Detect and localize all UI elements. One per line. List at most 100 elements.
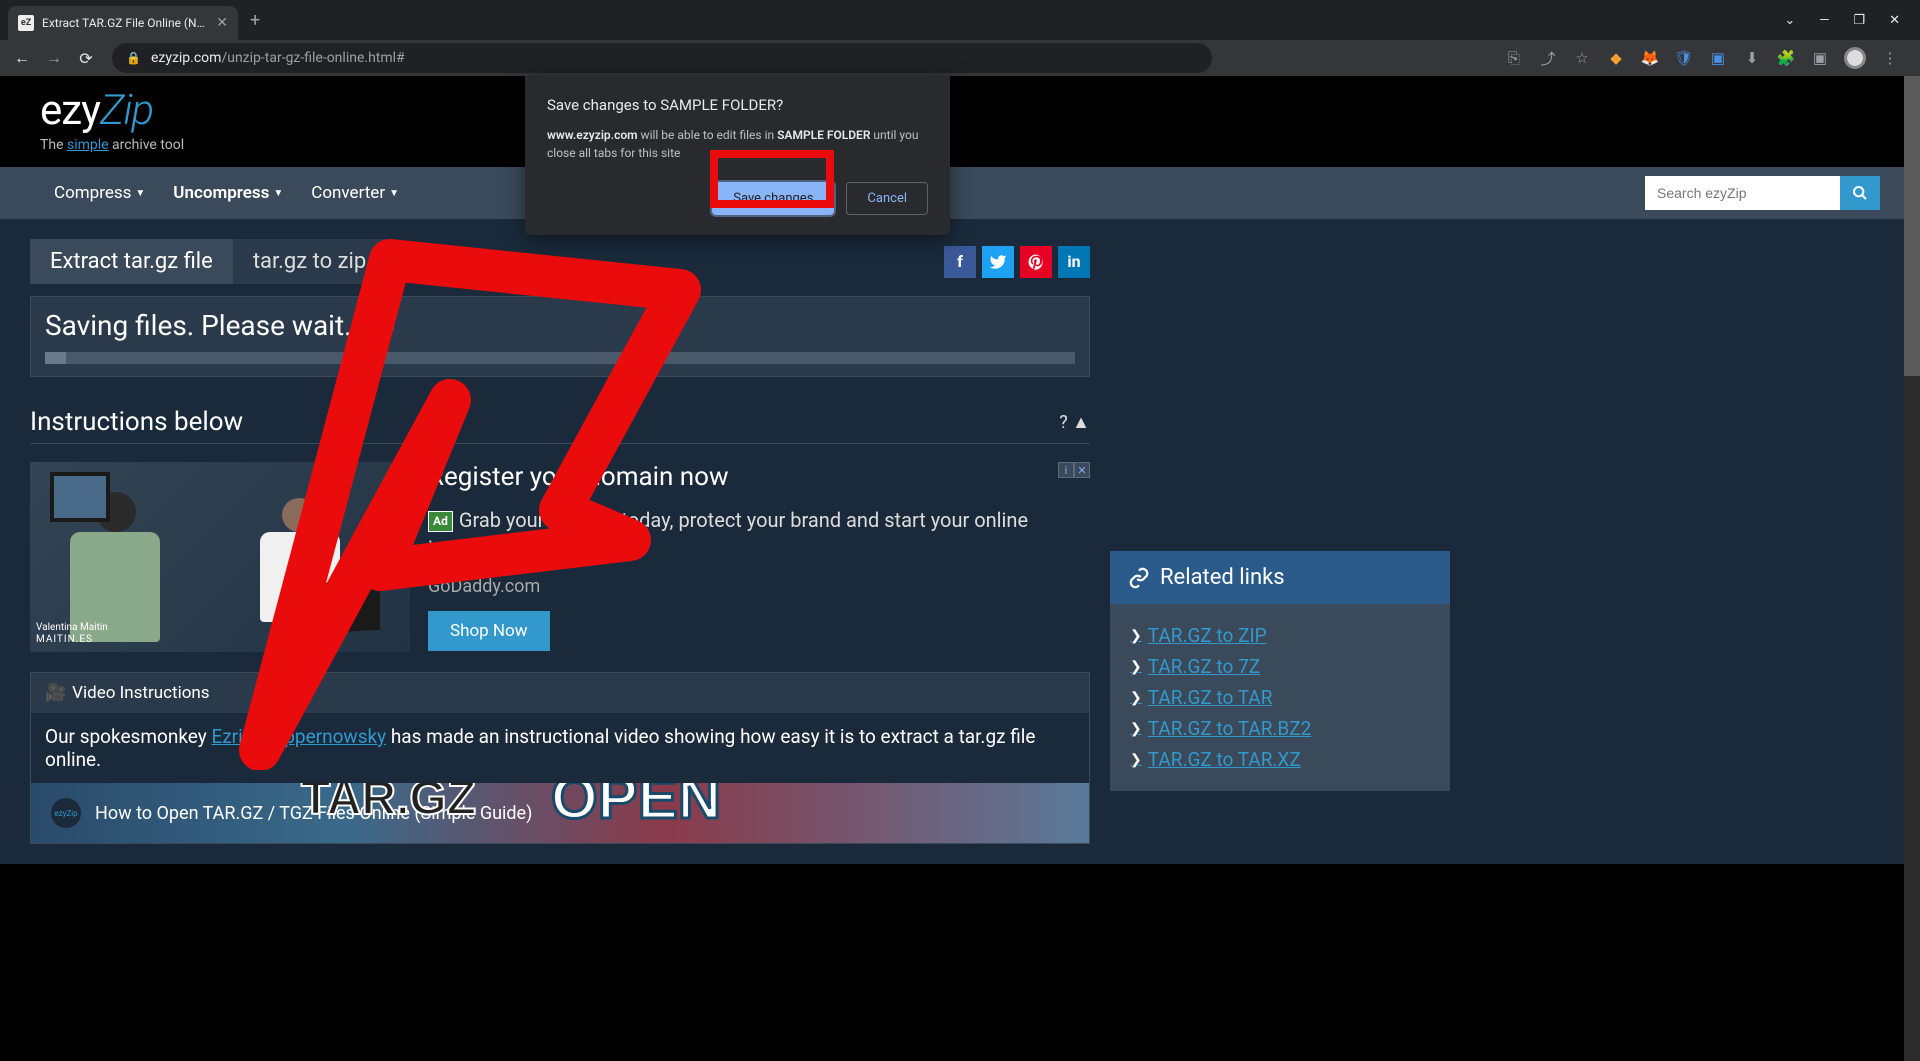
lock-icon: 🔒 [126, 51, 141, 65]
extension-1-icon[interactable]: ◆ [1606, 48, 1626, 68]
url-input[interactable]: 🔒 ezyzip.com/unzip-tar-gz-file-online.ht… [112, 43, 1212, 73]
caret-icon: ▼ [273, 188, 283, 199]
back-button[interactable]: ← [8, 44, 36, 72]
side-panel-icon[interactable]: ▣ [1810, 48, 1830, 68]
menu-icon[interactable]: ⋮ [1880, 48, 1900, 68]
related-links-box: Related links ❯TAR.GZ to ZIP ❯TAR.GZ to … [1110, 551, 1450, 791]
tab-title: Extract TAR.GZ File Online (No lim [42, 16, 208, 30]
sidebar-column: Related links ❯TAR.GZ to ZIP ❯TAR.GZ to … [1110, 239, 1450, 844]
nav-uncompress[interactable]: Uncompress▼ [159, 183, 297, 203]
ad-description: AdGrab your domain today, protect your b… [428, 506, 1090, 562]
dialog-body: www.ezyzip.com will be able to edit file… [547, 126, 928, 162]
ad-source: GoDaddy.com [428, 576, 1090, 597]
main-nav: Compress▼ Uncompress▼ Converter▼ [0, 167, 1920, 219]
ad-close-icon[interactable]: ✕ [1074, 462, 1090, 478]
nav-search [1645, 176, 1880, 210]
metamask-icon[interactable]: 🦊 [1640, 48, 1660, 68]
shop-now-button[interactable]: Shop Now [428, 611, 550, 651]
link-icon [1128, 567, 1150, 589]
search-input[interactable] [1645, 176, 1840, 210]
facebook-icon[interactable]: f [944, 246, 976, 278]
url-bar: ← → ⟳ 🔒 ezyzip.com/unzip-tar-gz-file-onl… [0, 40, 1920, 76]
install-icon[interactable]: ⎘ [1504, 48, 1524, 68]
pinterest-icon[interactable] [1020, 246, 1052, 278]
ad-title[interactable]: Register your domain now [428, 462, 1090, 492]
close-window-icon[interactable]: ✕ [1889, 13, 1900, 28]
tab-extract[interactable]: Extract tar.gz file [30, 239, 233, 284]
tab-to-zip[interactable]: tar.gz to zip [233, 239, 386, 284]
tab-bar: eZ Extract TAR.GZ File Online (No lim ✕ … [0, 0, 1920, 40]
scrollbar[interactable] [1904, 76, 1920, 1061]
related-link[interactable]: ❯TAR.GZ to TAR.BZ2 [1130, 713, 1430, 744]
linkedin-icon[interactable]: in [1058, 246, 1090, 278]
page-tabs: Extract tar.gz file tar.gz to zip f in [30, 239, 1090, 284]
related-link[interactable]: ❯TAR.GZ to TAR [1130, 682, 1430, 713]
download-icon[interactable]: ⬇ [1742, 48, 1762, 68]
progress-fill [45, 352, 66, 364]
share-icon[interactable]: ⤴ [1538, 48, 1558, 68]
search-button[interactable] [1840, 176, 1880, 210]
chevron-right-icon: ❯ [1130, 628, 1142, 644]
spinner-icon [374, 316, 394, 336]
content-area: Extract tar.gz file tar.gz to zip f in [0, 219, 1920, 864]
extensions-icon[interactable]: 🧩 [1776, 48, 1796, 68]
cancel-button[interactable]: Cancel [846, 182, 928, 215]
related-links-title: Related links [1160, 565, 1285, 590]
browser-chrome: eZ Extract TAR.GZ File Online (No lim ✕ … [0, 0, 1920, 76]
nav-converter[interactable]: Converter▼ [297, 183, 413, 203]
related-links-list: ❯TAR.GZ to ZIP ❯TAR.GZ to 7Z ❯TAR.GZ to … [1110, 604, 1450, 791]
ad-badge: Ad [428, 511, 453, 532]
page-viewport: ezyZip The simple archive tool Compress▼… [0, 76, 1920, 1061]
profile-avatar[interactable] [1844, 47, 1866, 69]
chevron-right-icon: ❯ [1130, 690, 1142, 706]
video-thumb-logo: ezyZip [51, 798, 81, 828]
chevron-right-icon: ❯ [1130, 659, 1142, 675]
video-thumbnail[interactable]: ezyZip How to Open TAR.GZ / TGZ Files On… [31, 783, 1089, 843]
caret-icon: ▼ [135, 188, 145, 199]
window-controls: ⌄ — ❐ ✕ [1784, 13, 1912, 28]
related-link[interactable]: ❯TAR.GZ to ZIP [1130, 620, 1430, 651]
chevron-right-icon: ❯ [1130, 721, 1142, 737]
ad-image-caption: Valentina Maitin MAITIN.ES [36, 622, 108, 646]
ad-content: Register your domain now AdGrab your dom… [428, 462, 1090, 652]
sidebar-ad-slot [1110, 239, 1450, 539]
new-tab-button[interactable]: + [250, 10, 260, 31]
saving-text: Saving files. Please wait... [45, 309, 366, 342]
ad-controls: i ✕ [1058, 462, 1090, 478]
url-text: ezyzip.com/unzip-tar-gz-file-online.html… [151, 50, 405, 66]
reload-button[interactable]: ⟳ [72, 44, 100, 72]
ad-info-icon[interactable]: i [1058, 462, 1074, 478]
scroll-thumb[interactable] [1904, 76, 1920, 376]
minimize-icon[interactable]: — [1819, 13, 1829, 28]
browser-tab[interactable]: eZ Extract TAR.GZ File Online (No lim ✕ [8, 6, 238, 40]
search-icon [1852, 185, 1868, 201]
extension-icons: ⎘ ⤴ ☆ ◆ 🦊 🛡 ▣ ⬇ 🧩 ▣ ⋮ [1504, 47, 1912, 69]
favicon: eZ [18, 15, 34, 31]
help-toggle[interactable]: ? ▲ [1059, 412, 1090, 433]
logo-part1: ezy [40, 86, 100, 135]
dropdown-icon[interactable]: ⌄ [1784, 13, 1795, 28]
forward-button[interactable]: → [40, 44, 68, 72]
extension-4-icon[interactable]: ▣ [1708, 48, 1728, 68]
ad-image[interactable]: Valentina Maitin MAITIN.ES [30, 462, 410, 652]
main-column: Extract tar.gz file tar.gz to zip f in [30, 239, 1090, 844]
ad-block: Valentina Maitin MAITIN.ES Register your… [30, 462, 1090, 652]
dialog-buttons: Save changes Cancel [547, 182, 928, 215]
nav-compress[interactable]: Compress▼ [40, 183, 159, 203]
related-link[interactable]: ❯TAR.GZ to 7Z [1130, 651, 1430, 682]
maximize-icon[interactable]: ❐ [1853, 13, 1865, 28]
saving-status-box: Saving files. Please wait... [30, 296, 1090, 377]
logo-tagline: The simple archive tool [40, 137, 184, 153]
related-link[interactable]: ❯TAR.GZ to TAR.XZ [1130, 744, 1430, 775]
extension-3-icon[interactable]: 🛡 [1674, 48, 1694, 68]
save-changes-button[interactable]: Save changes [712, 182, 834, 215]
close-tab-icon[interactable]: ✕ [216, 15, 228, 31]
logo-part2: Zip [100, 86, 153, 135]
instructions-header: Instructions below ? ▲ [30, 401, 1090, 444]
twitter-icon[interactable] [982, 246, 1014, 278]
video-author-link[interactable]: Ezriah Zippernowsky [211, 725, 386, 748]
video-header: 🎥 Video Instructions [31, 673, 1089, 713]
bookmark-icon[interactable]: ☆ [1572, 48, 1592, 68]
instructions-title: Instructions below [30, 407, 243, 437]
site-logo[interactable]: ezyZip The simple archive tool [40, 86, 184, 153]
